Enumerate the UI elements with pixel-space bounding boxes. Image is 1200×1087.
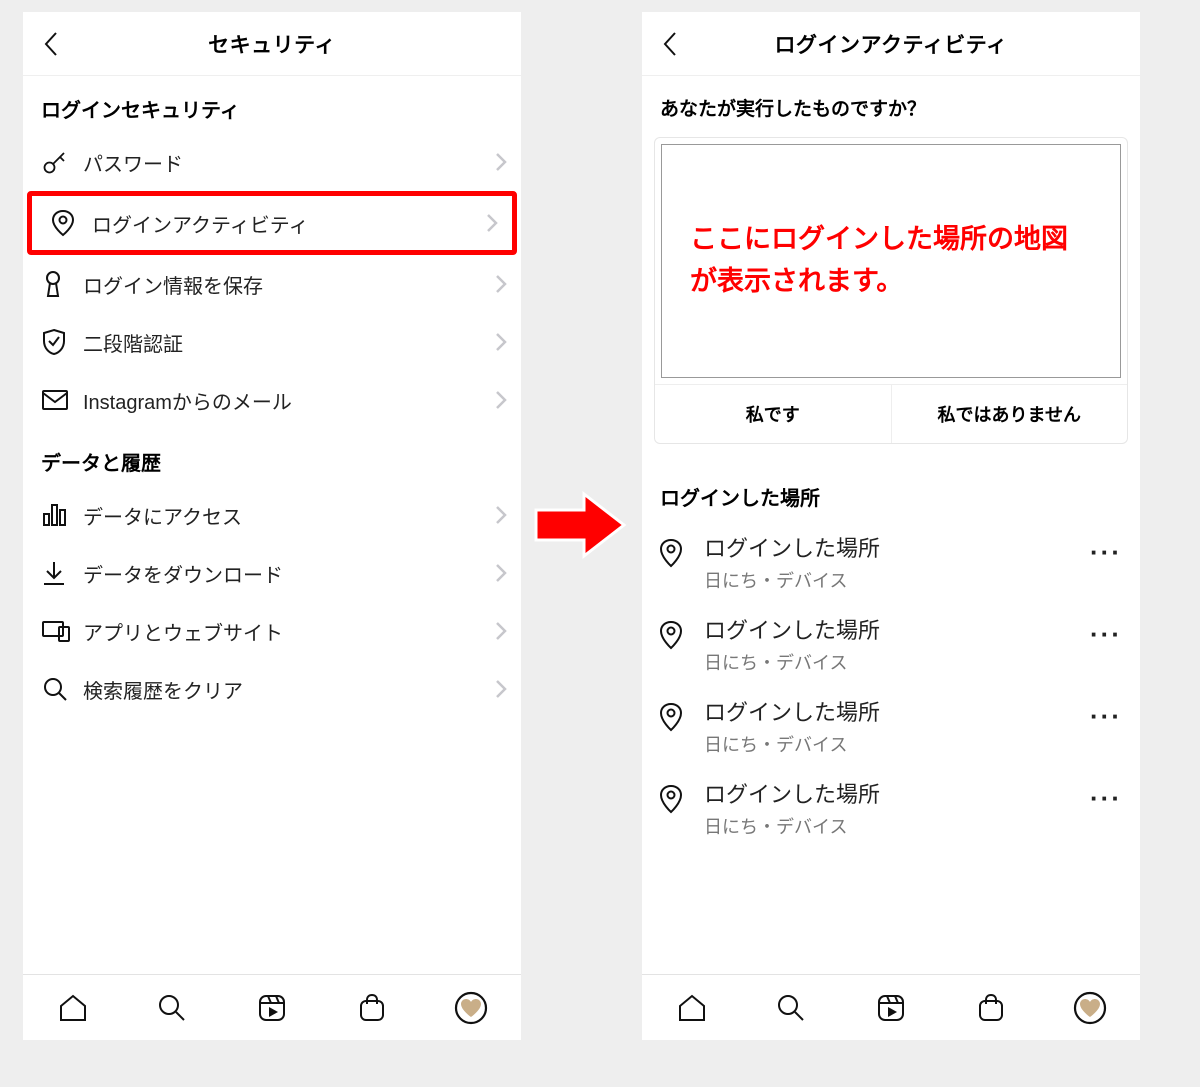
chevron-right-icon	[486, 213, 498, 233]
mail-icon	[41, 389, 75, 411]
item-label: ログイン情報を保存	[75, 270, 495, 299]
search-icon	[41, 675, 75, 703]
login-location-row[interactable]: ログインした場所 日にち・デバイス ···	[642, 521, 1140, 603]
login-location-row[interactable]: ログインした場所 日にち・デバイス ···	[642, 685, 1140, 767]
back-button[interactable]	[656, 29, 686, 59]
item-save-login-info[interactable]: ログイン情報を保存	[23, 255, 521, 313]
item-label: Instagramからのメール	[75, 386, 495, 415]
more-icon[interactable]: ···	[1090, 531, 1122, 565]
tab-activity[interactable]	[1067, 985, 1113, 1031]
more-icon[interactable]: ···	[1090, 613, 1122, 647]
security-screen: セキュリティ ログインセキュリティ パスワード ログインアクティビティ ログイン…	[23, 12, 521, 1040]
item-apps-websites[interactable]: アプリとウェブサイト	[23, 602, 521, 660]
chevron-right-icon	[495, 563, 507, 583]
login-verify-card: ここにログインした場所の地図が表示されます。 私です 私ではありません	[654, 137, 1128, 444]
key-icon	[41, 148, 75, 176]
section-data-history: データと履歴	[23, 429, 521, 486]
chevron-right-icon	[495, 505, 507, 525]
login-place: ログインした場所	[704, 777, 1074, 809]
login-meta: 日にち・デバイス	[704, 649, 1074, 675]
tab-search[interactable]	[768, 985, 814, 1031]
bar-chart-icon	[41, 502, 75, 528]
login-location-list: ログインした場所 日にち・デバイス ··· ログインした場所 日にち・デバイス …	[642, 521, 1140, 849]
login-location-row[interactable]: ログインした場所 日にち・デバイス ···	[642, 767, 1140, 849]
chevron-right-icon	[495, 274, 507, 294]
item-download-data[interactable]: データをダウンロード	[23, 544, 521, 602]
section-login-security: ログインセキュリティ	[23, 76, 521, 133]
tab-home[interactable]	[669, 985, 715, 1031]
location-pin-icon	[50, 208, 84, 238]
keyhole-icon	[41, 269, 75, 299]
login-meta: 日にち・デバイス	[704, 813, 1074, 839]
item-clear-search-history[interactable]: 検索履歴をクリア	[23, 660, 521, 718]
transition-arrow	[532, 488, 628, 562]
header: セキュリティ	[23, 12, 521, 76]
devices-icon	[41, 619, 75, 643]
more-icon[interactable]: ···	[1090, 777, 1122, 811]
item-label: データをダウンロード	[75, 559, 495, 588]
item-label: ログインアクティビティ	[84, 209, 486, 238]
item-login-activity[interactable]: ログインアクティビティ	[27, 191, 517, 255]
login-meta: 日にち・デバイス	[704, 567, 1074, 593]
tab-reels[interactable]	[249, 985, 295, 1031]
item-two-factor[interactable]: 二段階認証	[23, 313, 521, 371]
map-note: ここにログインした場所の地図が表示されます。	[690, 219, 1092, 303]
login-location-row[interactable]: ログインした場所 日にち・デバイス ···	[642, 603, 1140, 685]
location-pin-icon	[654, 695, 688, 733]
location-pin-icon	[654, 613, 688, 651]
tab-shop[interactable]	[968, 985, 1014, 1031]
login-activity-screen: ログインアクティビティ あなたが実行したものですか？ ここにログインした場所の地…	[642, 12, 1140, 1040]
item-label: 二段階認証	[75, 328, 495, 357]
chevron-right-icon	[495, 152, 507, 172]
page-title: セキュリティ	[23, 29, 521, 59]
confirm-buttons: 私です 私ではありません	[655, 384, 1127, 443]
login-place: ログインした場所	[704, 613, 1074, 645]
prompt-question: あなたが実行したものですか？	[642, 76, 1140, 131]
chevron-right-icon	[495, 679, 507, 699]
shield-check-icon	[41, 327, 75, 357]
tab-shop[interactable]	[349, 985, 395, 1031]
tab-bar	[23, 974, 521, 1040]
item-label: パスワード	[75, 148, 495, 177]
login-place: ログインした場所	[704, 531, 1074, 563]
item-access-data[interactable]: データにアクセス	[23, 486, 521, 544]
button-this-was-not-me[interactable]: 私ではありません	[891, 385, 1128, 443]
tab-reels[interactable]	[868, 985, 914, 1031]
item-label: 検索履歴をクリア	[75, 675, 495, 704]
location-pin-icon	[654, 777, 688, 815]
button-this-was-me[interactable]: 私です	[655, 385, 891, 443]
more-icon[interactable]: ···	[1090, 695, 1122, 729]
item-label: データにアクセス	[75, 501, 495, 530]
tab-search[interactable]	[149, 985, 195, 1031]
tab-home[interactable]	[50, 985, 96, 1031]
tab-bar	[642, 974, 1140, 1040]
chevron-right-icon	[495, 390, 507, 410]
item-password[interactable]: パスワード	[23, 133, 521, 191]
chevron-right-icon	[495, 621, 507, 641]
location-pin-icon	[654, 531, 688, 569]
header: ログインアクティビティ	[642, 12, 1140, 76]
page-title: ログインアクティビティ	[642, 29, 1140, 59]
map-placeholder: ここにログインした場所の地図が表示されます。	[661, 144, 1121, 378]
tab-activity[interactable]	[448, 985, 494, 1031]
download-icon	[41, 559, 75, 587]
chevron-right-icon	[495, 332, 507, 352]
item-instagram-emails[interactable]: Instagramからのメール	[23, 371, 521, 429]
login-meta: 日にち・デバイス	[704, 731, 1074, 757]
item-label: アプリとウェブサイト	[75, 617, 495, 646]
back-button[interactable]	[37, 29, 67, 59]
section-login-locations: ログインした場所	[642, 454, 1140, 521]
login-place: ログインした場所	[704, 695, 1074, 727]
